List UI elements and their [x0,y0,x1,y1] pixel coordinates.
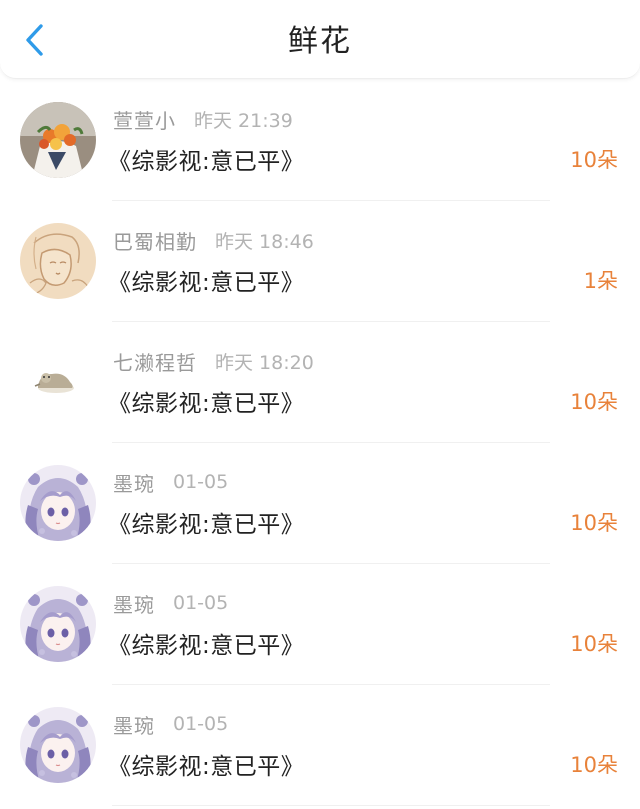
timestamp: 01-05 [173,713,229,735]
flower-amount: 10朵 [570,753,618,777]
timestamp: 昨天 18:46 [215,230,314,253]
book-title[interactable]: 《综影视:意已平》 [108,142,304,176]
timestamp: 昨天 18:20 [215,351,314,374]
user-name[interactable]: 墨琬 [113,589,155,618]
user-name[interactable]: 墨琬 [113,710,155,739]
sketch-portrait-avatar-image [20,223,96,299]
flower-amount: 10朵 [570,148,618,172]
timestamp: 01-05 [173,471,229,493]
list-item[interactable]: 墨琬 01-05 《综影视:意已平》 10朵 [0,685,640,806]
user-name[interactable]: 七濑程哲 [113,347,197,376]
user-name[interactable]: 萱萱小 [113,105,176,134]
anime-girl-avatar-image [20,465,96,541]
avatar[interactable] [20,223,96,299]
flower-record-list: 萱萱小 昨天 21:39 《综影视:意已平》 10朵 巴蜀相勤 昨天 18:46 [0,80,640,806]
list-item[interactable]: 墨琬 01-05 《综影视:意已平》 10朵 [0,564,640,685]
list-item[interactable]: 萱萱小 昨天 21:39 《综影视:意已平》 10朵 [0,80,640,201]
flower-bouquet-avatar-image [20,102,96,178]
timestamp: 昨天 21:39 [194,109,293,132]
avatar[interactable] [20,344,96,420]
book-title[interactable]: 《综影视:意已平》 [108,505,304,539]
flower-amount: 10朵 [570,511,618,535]
avatar[interactable] [20,707,96,783]
avatar[interactable] [20,102,96,178]
flower-amount: 10朵 [570,390,618,414]
list-item[interactable]: 巴蜀相勤 昨天 18:46 《综影视:意已平》 1朵 [0,201,640,322]
record-meta: 墨琬 01-05 [113,709,228,739]
page-title: 鲜花 [288,24,352,59]
small-creature-avatar-image [20,344,96,420]
record-meta: 墨琬 01-05 [113,588,228,618]
flower-amount: 10朵 [570,632,618,656]
avatar[interactable] [20,465,96,541]
avatar[interactable] [20,586,96,662]
book-title[interactable]: 《综影视:意已平》 [108,626,304,660]
flower-amount: 1朵 [583,269,618,293]
timestamp: 01-05 [173,592,229,614]
list-item[interactable]: 墨琬 01-05 《综影视:意已平》 10朵 [0,443,640,564]
book-title[interactable]: 《综影视:意已平》 [108,747,304,781]
record-meta: 七濑程哲 昨天 18:20 [113,346,314,376]
record-meta: 萱萱小 昨天 21:39 [113,104,293,134]
list-item[interactable]: 七濑程哲 昨天 18:20 《综影视:意已平》 10朵 [0,322,640,443]
record-meta: 巴蜀相勤 昨天 18:46 [113,225,314,255]
user-name[interactable]: 巴蜀相勤 [113,226,197,255]
nav-header: 鲜花 [0,0,640,79]
record-meta: 墨琬 01-05 [113,467,228,497]
book-title[interactable]: 《综影视:意已平》 [108,384,304,418]
book-title[interactable]: 《综影视:意已平》 [108,263,304,297]
anime-girl-avatar-image [20,707,96,783]
anime-girl-avatar-image [20,586,96,662]
user-name[interactable]: 墨琬 [113,468,155,497]
